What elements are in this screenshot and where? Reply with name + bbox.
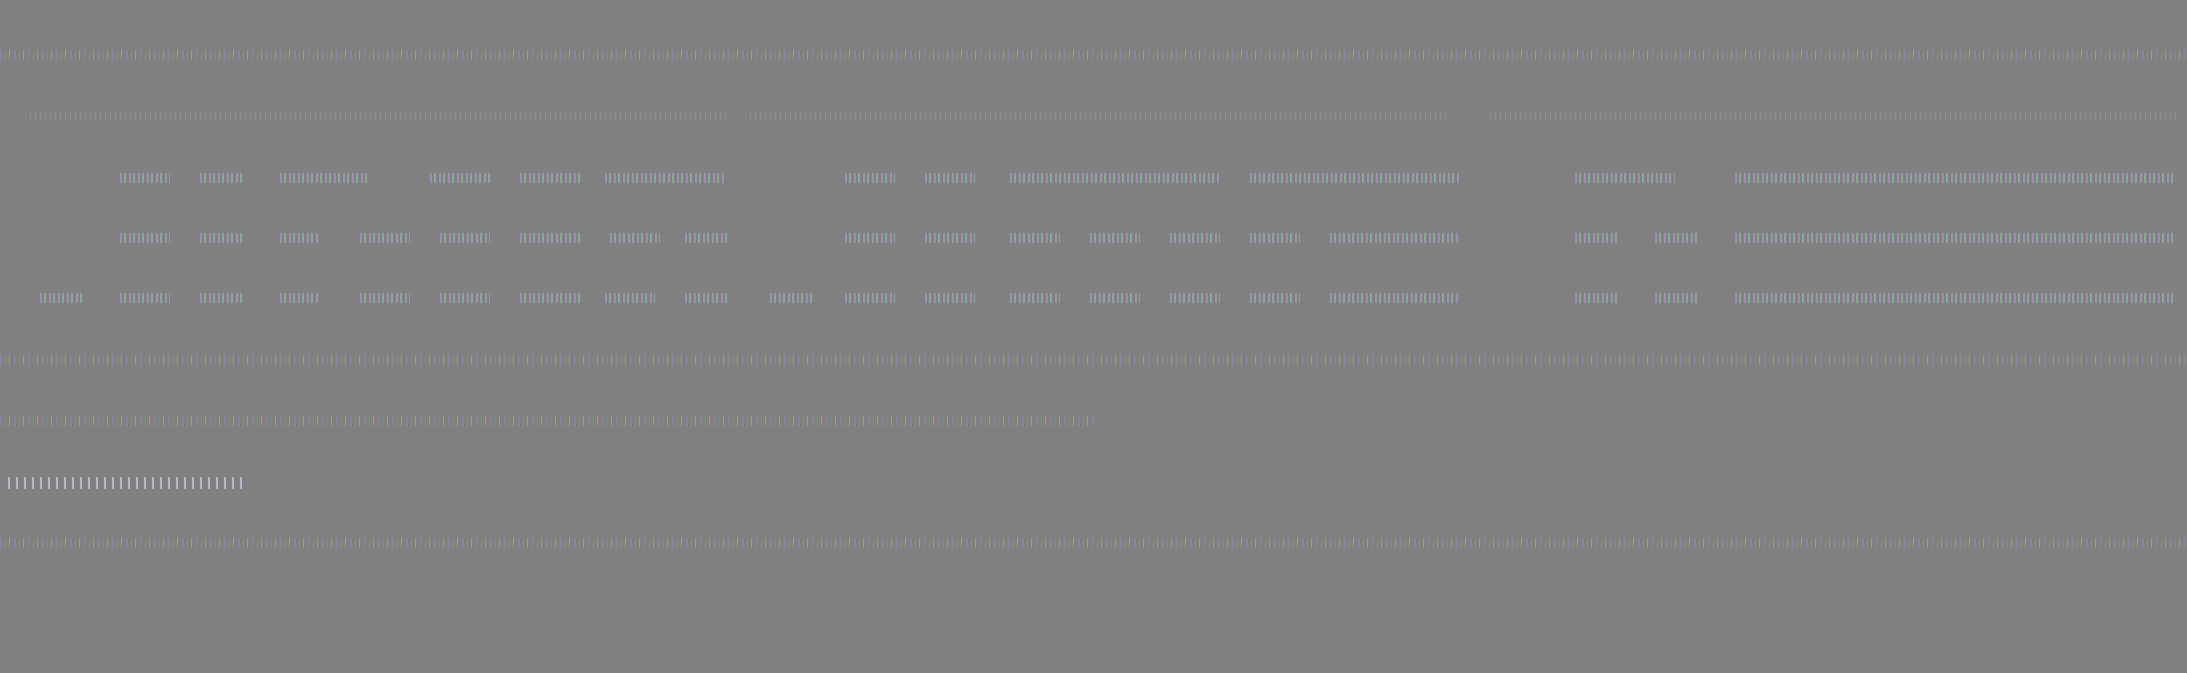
table-cell	[1575, 173, 1675, 183]
table-cell	[1010, 173, 1220, 183]
table-cell	[1330, 293, 1460, 303]
table-cell	[440, 293, 490, 303]
text-band-4	[0, 538, 2187, 548]
table-cell	[1010, 233, 1060, 243]
table-cell	[610, 233, 660, 243]
table-cell	[360, 293, 410, 303]
table-cell	[770, 293, 815, 303]
table-cell	[200, 233, 245, 243]
table-cell	[845, 293, 895, 303]
table-cell	[1575, 233, 1620, 243]
table-cell	[1250, 293, 1300, 303]
table-row	[0, 111, 2187, 121]
unreadable-screen	[0, 0, 2187, 673]
table-cell	[120, 173, 170, 183]
table-cell	[925, 293, 975, 303]
table-cell	[520, 233, 580, 243]
table-cell	[925, 173, 975, 183]
table-cell	[1735, 293, 2175, 303]
table-cell	[360, 233, 410, 243]
table-cell	[750, 111, 1450, 121]
table-cell	[685, 293, 730, 303]
table-cell	[1330, 233, 1460, 243]
table-cell	[200, 293, 245, 303]
table-cell	[120, 293, 170, 303]
table-cell	[30, 111, 730, 121]
table-cell	[1170, 293, 1220, 303]
table-cell	[440, 233, 490, 243]
text-band-3	[0, 416, 1095, 426]
table-cell	[1010, 293, 1060, 303]
table-cell	[1250, 173, 1460, 183]
table-cell	[1490, 111, 2180, 121]
table-cell	[120, 233, 170, 243]
table-cell	[520, 293, 580, 303]
table-cell	[1655, 293, 1700, 303]
table-row	[0, 233, 2187, 243]
table-cell	[845, 233, 895, 243]
table-cell	[605, 173, 725, 183]
table-cell	[1655, 233, 1700, 243]
table-cell	[925, 233, 975, 243]
text-band-1	[0, 50, 2187, 60]
table-cell	[605, 293, 655, 303]
table-cell	[280, 293, 320, 303]
table-cell	[280, 233, 320, 243]
table-cell	[430, 173, 490, 183]
table-cell	[520, 173, 580, 183]
table-cell	[40, 293, 85, 303]
table-cell	[1250, 233, 1300, 243]
table-cell	[685, 233, 730, 243]
table-row	[0, 293, 2187, 303]
table-cell	[1090, 293, 1140, 303]
table-cell	[1170, 233, 1220, 243]
table-cell	[1735, 173, 2175, 183]
table-row	[0, 173, 2187, 183]
table-cell	[1735, 233, 2175, 243]
text-band-2	[0, 355, 2187, 365]
table-cell	[1575, 293, 1620, 303]
table-cell	[200, 173, 245, 183]
table-cell	[1090, 233, 1140, 243]
table-cell	[845, 173, 895, 183]
table-cell	[280, 173, 370, 183]
status-line	[8, 477, 248, 489]
